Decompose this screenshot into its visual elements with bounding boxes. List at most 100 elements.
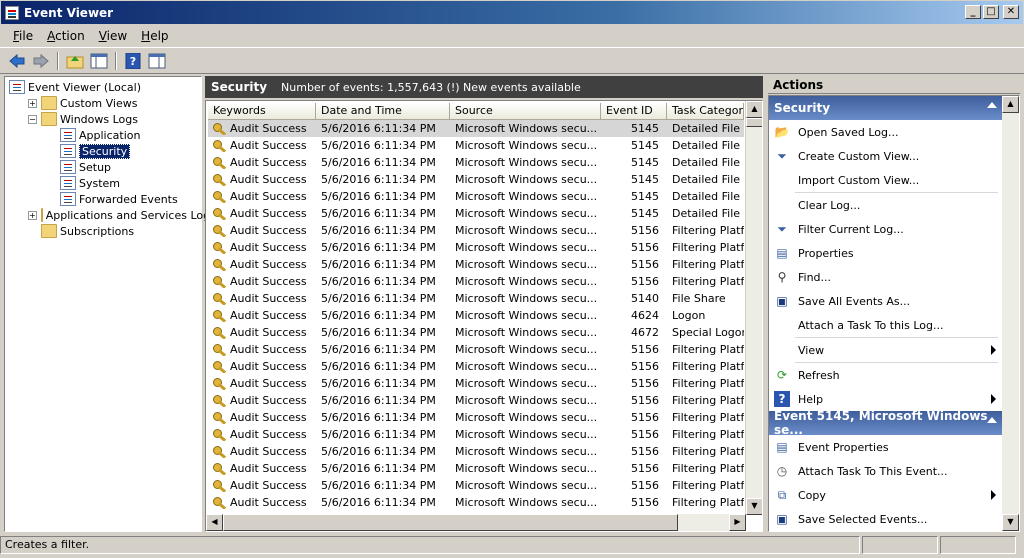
scroll-up-button[interactable]: ▲	[1002, 96, 1019, 113]
table-row[interactable]: Audit Success 5/6/2016 6:11:34 PM Microsof…	[208, 137, 744, 154]
cell-text: 5156	[631, 360, 659, 373]
help-icon[interactable]: ?	[122, 50, 144, 72]
menu-help[interactable]: Help	[134, 29, 175, 43]
table-row[interactable]: Audit Success 5/6/2016 6:11:34 PM Microsof…	[208, 426, 744, 443]
column-header[interactable]: Source	[450, 103, 601, 119]
scroll-down-button[interactable]: ▼	[746, 498, 762, 515]
collapse-icon[interactable]: −	[28, 114, 37, 124]
action-item[interactable]: 📂 Open Saved Log...	[769, 120, 1002, 144]
actions-section-header[interactable]: Event 5145, Microsoft Windows se...	[769, 409, 1002, 437]
grid-vertical-scrollbar[interactable]: ▲ ▼	[745, 101, 762, 515]
action-item[interactable]: ⏷ Create Custom View...	[769, 144, 1002, 168]
action-item[interactable]: ? Help	[769, 387, 1002, 411]
column-header[interactable]: Event ID	[601, 103, 667, 119]
table-row[interactable]: Audit Success 5/6/2016 6:11:34 PM Microsof…	[208, 171, 744, 188]
forward-arrow-icon[interactable]	[30, 50, 52, 72]
table-row[interactable]: Audit Success 5/6/2016 6:11:34 PM Microsof…	[208, 358, 744, 375]
action-item[interactable]: ▣ Save All Events As...	[769, 289, 1002, 313]
table-row[interactable]: Audit Success 5/6/2016 6:11:34 PM Microsof…	[208, 460, 744, 477]
tree-item[interactable]: Forwarded Events	[5, 191, 201, 207]
table-row[interactable]: Audit Success 5/6/2016 6:11:34 PM Microsof…	[208, 205, 744, 222]
table-row[interactable]: Audit Success 5/6/2016 6:11:34 PM Microsof…	[208, 392, 744, 409]
tree-item[interactable]: Subscriptions	[5, 223, 201, 239]
action-item[interactable]: ⚲ Find...	[769, 265, 1002, 289]
back-arrow-icon[interactable]	[6, 50, 28, 72]
table-row[interactable]: Audit Success 5/6/2016 6:11:34 PM Microsof…	[208, 307, 744, 324]
table-cell: Filtering Platform	[667, 241, 744, 254]
table-row[interactable]: Audit Success 5/6/2016 6:11:34 PM Microsof…	[208, 222, 744, 239]
horizontal-scroll-thumb[interactable]	[223, 514, 678, 531]
column-header[interactable]: Date and Time	[316, 103, 450, 119]
cell-text: 5/6/2016 6:11:34 PM	[321, 241, 436, 254]
action-item[interactable]: Attach a Task To this Log...	[769, 313, 1002, 337]
table-row[interactable]: Audit Success 5/6/2016 6:11:34 PM Microsof…	[208, 273, 744, 290]
tree-item[interactable]: Event Viewer (Local)	[5, 79, 201, 95]
action-item[interactable]: Import Custom View...	[769, 168, 1002, 192]
action-item[interactable]: ⟳ Refresh	[769, 363, 1002, 387]
actions-section-header[interactable]: Security	[769, 96, 1002, 120]
cell-text: 5156	[631, 394, 659, 407]
table-row[interactable]: Audit Success 5/6/2016 6:11:34 PM Microsof…	[208, 188, 744, 205]
table-row[interactable]: Audit Success 5/6/2016 6:11:34 PM Microsof…	[208, 375, 744, 392]
tree-item[interactable]: Setup	[5, 159, 201, 175]
scroll-down-button[interactable]: ▼	[1002, 514, 1019, 531]
action-item[interactable]: ⧉ Copy	[769, 483, 1002, 507]
cell-text: 5156	[631, 343, 659, 356]
action-item[interactable]: ◷ Attach Task To This Event...	[769, 459, 1002, 483]
action-item[interactable]: Clear Log...	[769, 193, 1002, 217]
copy-icon: ⧉	[777, 487, 787, 502]
grid-header: Keywords Date and Time Source Event ID Task …	[208, 103, 744, 120]
table-cell: Audit Success	[208, 343, 316, 356]
table-row[interactable]: Audit Success 5/6/2016 6:11:34 PM Microsof…	[208, 341, 744, 358]
collapse-icon[interactable]	[987, 102, 997, 108]
action-item[interactable]: ▤ Properties	[769, 241, 1002, 265]
scroll-right-button[interactable]: ▶	[729, 514, 746, 531]
table-row[interactable]: Audit Success 5/6/2016 6:11:34 PM Microsof…	[208, 443, 744, 460]
up-folder-icon[interactable]	[64, 50, 86, 72]
tree-item[interactable]: Application	[5, 127, 201, 143]
blank-icon	[774, 172, 790, 188]
expand-icon[interactable]: +	[28, 98, 37, 108]
action-item[interactable]: View	[769, 338, 1002, 362]
table-row[interactable]: Audit Success 5/6/2016 6:11:34 PM Microsof…	[208, 120, 744, 137]
table-row[interactable]: Audit Success 5/6/2016 6:11:34 PM Microsof…	[208, 494, 744, 511]
table-row[interactable]: Audit Success 5/6/2016 6:11:34 PM Microsof…	[208, 239, 744, 256]
show-hide-tree-icon[interactable]	[88, 50, 110, 72]
table-cell: 5156	[601, 360, 667, 373]
tree-item[interactable]: Security	[5, 143, 201, 159]
tree-item[interactable]: + Applications and Services Logs	[5, 207, 216, 223]
tree-item[interactable]: − Windows Logs	[5, 111, 201, 127]
collapse-icon[interactable]	[987, 417, 997, 423]
menu-view[interactable]: View	[92, 29, 134, 43]
table-row[interactable]: Audit Success 5/6/2016 6:11:34 PM Microsof…	[208, 324, 744, 341]
action-item[interactable]: ⏷ Filter Current Log...	[769, 217, 1002, 241]
actions-vertical-scrollbar[interactable]: ▲ ▼	[1002, 96, 1019, 531]
table-row[interactable]: Audit Success 5/6/2016 6:11:34 PM Microsof…	[208, 290, 744, 307]
table-cell: 5156	[601, 462, 667, 475]
tree-item[interactable]: + Custom Views	[5, 95, 201, 111]
table-row[interactable]: Audit Success 5/6/2016 6:11:34 PM Microsof…	[208, 477, 744, 494]
action-item[interactable]: ▣ Save Selected Events...	[769, 507, 1002, 531]
close-button[interactable]: ✕	[1003, 5, 1019, 19]
column-header[interactable]: Task Category	[667, 103, 744, 119]
menu-file[interactable]: File	[6, 29, 40, 43]
scroll-left-button[interactable]: ◀	[206, 514, 223, 531]
column-header[interactable]: Keywords	[208, 103, 316, 119]
scroll-up-button[interactable]: ▲	[746, 101, 762, 118]
menu-action[interactable]: Action	[40, 29, 92, 43]
tree-item-label: Applications and Services Logs	[45, 208, 216, 222]
cell-text: 5156	[631, 445, 659, 458]
scroll-thumb[interactable]	[746, 118, 762, 127]
log-name: Security	[211, 80, 268, 94]
maximize-button[interactable]: □	[983, 5, 999, 19]
table-row[interactable]: Audit Success 5/6/2016 6:11:34 PM Microsof…	[208, 256, 744, 273]
table-row[interactable]: Audit Success 5/6/2016 6:11:34 PM Microsof…	[208, 409, 744, 426]
grid-horizontal-scrollbar[interactable]: ◀ ▶	[206, 514, 746, 531]
minimize-button[interactable]: _	[965, 5, 981, 19]
show-hide-action-pane-icon[interactable]	[146, 50, 168, 72]
tree-item[interactable]: System	[5, 175, 201, 191]
expand-icon[interactable]: +	[28, 210, 37, 220]
table-row[interactable]: Audit Success 5/6/2016 6:11:34 PM Microsof…	[208, 154, 744, 171]
table-cell: Microsoft Windows secu...	[450, 326, 601, 339]
action-item[interactable]: ▤ Event Properties	[769, 435, 1002, 459]
